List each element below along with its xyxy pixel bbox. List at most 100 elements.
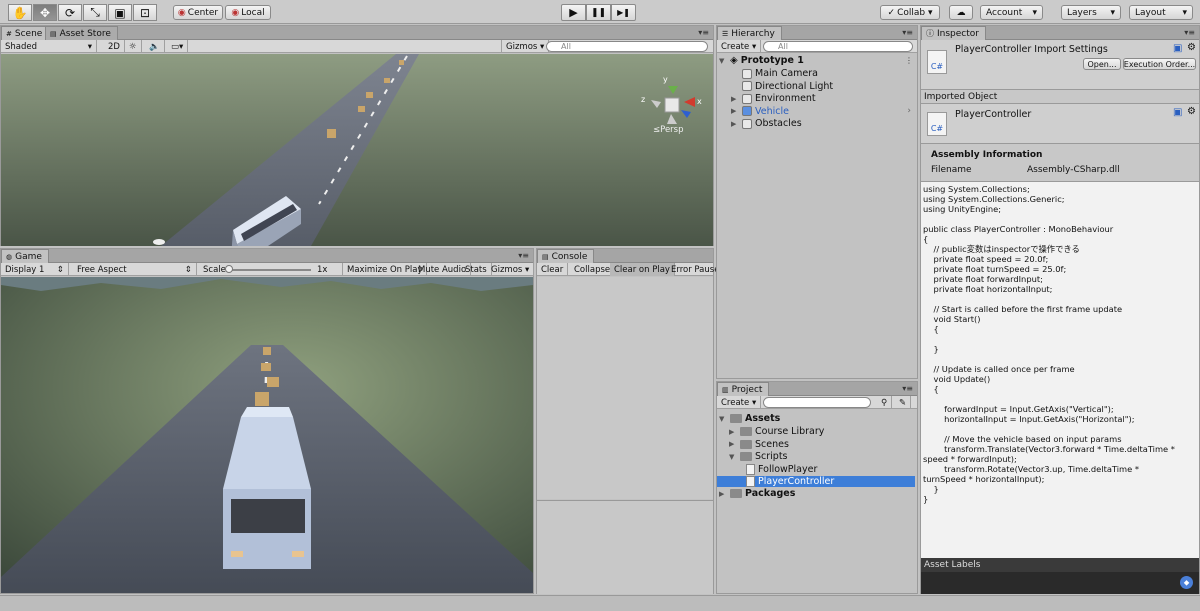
object-name: PlayerController [955,109,1032,120]
transform-tool-button[interactable]: ⊡ [133,4,157,21]
collab-button[interactable]: ✓ Collab ▾ [880,5,940,20]
expanded-arrow-icon[interactable]: ▼ [729,453,737,461]
gear-icon[interactable]: ⚙ [1187,106,1196,117]
panel-menu-icon[interactable]: ▾≡ [518,251,529,260]
open-button[interactable]: Open... [1083,58,1121,70]
scene-tabbar: # Scene ▤ Asset Store ▾≡ [1,26,713,40]
collapsed-arrow-icon[interactable]: ▶ [731,107,739,115]
game-gizmos-dropdown[interactable]: Gizmos ▾ [487,263,535,276]
gear-icon[interactable]: ⚙ [1187,42,1196,53]
project-script-item[interactable]: PlayerController [717,476,915,487]
help-book-icon[interactable]: ▣ [1173,107,1182,118]
effects-dropdown[interactable]: ▭ ▾ [167,40,189,53]
rect-tool-button[interactable]: ▣ [108,4,132,21]
expanded-arrow-icon[interactable]: ▼ [719,415,727,423]
pause-button[interactable]: ❚❚ [586,4,611,21]
panel-menu-icon[interactable]: ▾≡ [698,28,709,37]
scene-search-input[interactable]: All [546,41,708,52]
assets-root-folder[interactable]: ▼ Assets [719,413,780,424]
console-log-area[interactable] [537,277,713,499]
collapsed-arrow-icon[interactable]: ▶ [731,120,739,128]
move-tool-button[interactable]: ✥ [33,4,57,21]
audio-toggle[interactable]: 🔈 [145,40,165,53]
hierarchy-search-input[interactable]: All [763,41,913,52]
project-folder-item[interactable]: ▶ Scenes [729,439,789,450]
panel-menu-icon[interactable]: ▾≡ [902,384,913,393]
project-folder-item[interactable]: ▶ Course Library [729,426,824,437]
game-viewport[interactable] [1,277,533,593]
project-create-dropdown[interactable]: Create ▾ [717,396,762,409]
hierarchy-item[interactable]: ▶ Obstacles [731,118,802,129]
project-folder-item[interactable]: ▼ Scripts [729,451,788,462]
filter-type-button[interactable]: ⚲ [877,396,893,409]
slider-thumb[interactable] [225,265,233,273]
play-button[interactable]: ▶ [561,4,586,21]
list-icon: ☰ [722,29,729,38]
tab-asset-store[interactable]: ▤ Asset Store [45,26,118,40]
projection-label[interactable]: ≤Persp [653,125,684,135]
project-script-item[interactable]: FollowPlayer [743,463,817,475]
hierarchy-item[interactable]: ▶ Vehicle [731,106,789,117]
tab-hierarchy[interactable]: ☰ Hierarchy [717,26,782,40]
lighting-toggle[interactable]: ☼ [125,40,142,53]
pivot-space-button[interactable]: ◉ Local [225,5,271,20]
dropdown-arrow-icon: ▾ [87,41,92,52]
pivot-center-button[interactable]: ◉ Center [173,5,223,20]
scene-menu-icon[interactable]: ⋮ [905,56,913,65]
filter-icon: ⚲ [881,397,888,408]
panel-menu-icon[interactable]: ▾≡ [1184,28,1195,37]
layout-dropdown[interactable]: Layout ▾ [1129,5,1193,20]
collapsed-arrow-icon[interactable]: ▶ [729,440,737,448]
step-button[interactable]: ▶❚ [611,4,636,21]
prefab-open-icon[interactable]: › [907,106,911,116]
expanded-arrow-icon[interactable]: ▼ [719,57,727,65]
2d-toggle[interactable]: 2D [104,40,125,53]
hierarchy-item[interactable]: ▶ Environment [731,93,816,104]
gameobject-icon [742,118,752,129]
gameobject-icon [742,106,752,116]
hierarchy-create-dropdown[interactable]: Create ▾ [717,40,762,53]
scene-root-item[interactable]: ▼ ◈ Prototype 1 [719,55,804,66]
imported-object-header: Imported Object [921,90,1199,104]
hierarchy-item[interactable]: Directional Light [731,81,833,92]
console-detail-area[interactable] [537,500,713,594]
tab-inspector[interactable]: ⓘ Inspector [921,26,986,40]
collapsed-arrow-icon[interactable]: ▶ [729,428,737,436]
info-icon: ⓘ [926,29,934,38]
execution-order-button[interactable]: Execution Order... [1123,58,1196,70]
display-dropdown[interactable]: Display 1 ⇕ [1,263,69,276]
csharp-file-icon: C# [927,112,947,136]
layers-dropdown[interactable]: Layers ▾ [1061,5,1121,20]
tab-console[interactable]: ▤ Console [537,249,595,263]
tab-scene[interactable]: # Scene [1,26,50,40]
error-pause-toggle[interactable]: Error Pause [667,263,723,276]
cloud-button[interactable]: ☁ [949,5,973,20]
hierarchy-tabbar: ☰ Hierarchy ▾≡ [717,26,917,40]
rotate-tool-button[interactable]: ⟳ [58,4,82,21]
shading-mode-dropdown[interactable]: Shaded ▾ [1,40,97,53]
hierarchy-item[interactable]: Main Camera [731,68,818,79]
collapsed-arrow-icon[interactable]: ▶ [719,490,727,498]
scale-slider[interactable]: Scale 1x [199,263,343,276]
label-tag-icon[interactable]: ⬥ [1180,576,1193,589]
panel-menu-icon[interactable]: ▾≡ [902,28,913,37]
project-search-input[interactable] [763,397,871,408]
filter-label-button[interactable]: ✎ [895,396,912,409]
packages-folder[interactable]: ▶ Packages [719,488,795,499]
account-dropdown[interactable]: Account ▾ [980,5,1043,20]
filename-value: Assembly-CSharp.dll [1027,165,1120,175]
console-clear-button[interactable]: Clear [537,263,569,276]
tab-game[interactable]: ◍ Game [1,249,49,263]
gizmos-dropdown[interactable]: Gizmos ▾ [501,40,550,53]
check-icon: ✓ [887,7,896,18]
collapsed-arrow-icon[interactable]: ▶ [731,95,739,103]
scene-viewport[interactable]: y x z [1,54,713,246]
collapse-toggle[interactable]: Collapse [570,263,616,276]
tab-project[interactable]: ▥ Project [717,382,770,396]
hand-tool-button[interactable]: ✋ [8,4,32,21]
aspect-dropdown[interactable]: Free Aspect ⇕ [73,263,197,276]
clear-on-play-toggle[interactable]: Clear on Play [610,263,675,276]
scale-tool-button[interactable]: ⤡ [83,4,107,21]
help-book-icon[interactable]: ▣ [1173,43,1182,54]
imported-object-row: C# PlayerController ▣ ⚙ [921,104,1199,144]
